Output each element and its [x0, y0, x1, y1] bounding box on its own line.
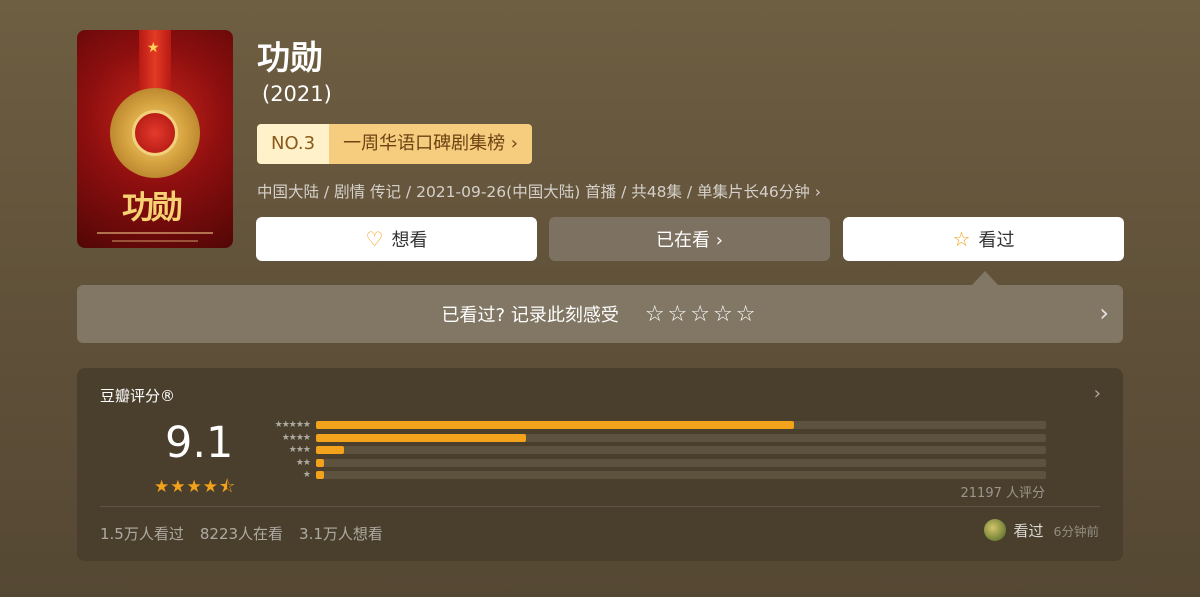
distribution-bar-5 — [316, 421, 795, 429]
rank-list-link[interactable]: 一周华语口碑剧集榜 › — [329, 124, 532, 164]
audience-stats: 1.5万人看过 8223人在看 3.1万人想看 — [100, 523, 383, 544]
score-value: 9.1 — [165, 418, 234, 468]
distribution-bar-2 — [316, 458, 325, 467]
distribution-row-4: ★★★★ — [255, 432, 1047, 445]
distribution-bar-3 — [316, 446, 345, 454]
watching-button[interactable]: 已在看 › — [549, 217, 830, 261]
rating-stars-input[interactable]: ☆☆☆☆☆ — [645, 302, 759, 327]
poster-title: 功勋 — [122, 188, 183, 226]
douban-score-card[interactable]: 豆瓣评分® › 9.1 ★★★★⯪ ★★★★★ ★★★★ ★★★ ★★ ★ 21… — [77, 368, 1123, 561]
rank-badge[interactable]: NO.3 一周华语口碑剧集榜 › — [257, 124, 532, 164]
distribution-label-3: ★★★ — [288, 445, 311, 455]
watched-button[interactable]: ☆ 看过 — [843, 217, 1124, 261]
movie-meta[interactable]: 中国大陆 / 剧情 传记 / 2021-09-26(中国大陆) 首播 / 共48… — [257, 180, 821, 202]
page-title: 功勋 — [257, 38, 323, 77]
poster-image[interactable]: ★ 功勋 — [77, 30, 233, 248]
distribution-row-2: ★★ — [255, 457, 1047, 470]
distribution-track — [316, 433, 1046, 442]
heart-plus-icon: ♡ — [365, 227, 384, 251]
stat-watched: 1.5万人看过 — [100, 525, 184, 543]
chevron-right-icon[interactable]: › — [1099, 299, 1109, 327]
poster-fine-print — [97, 232, 213, 234]
friend-activity[interactable]: 看过 6分钟前 — [983, 519, 1099, 541]
distribution-track — [316, 458, 1046, 467]
want-to-watch-button[interactable]: ♡ 想看 — [256, 217, 537, 261]
stat-watching: 8223人在看 — [199, 525, 284, 543]
distribution-track — [316, 471, 1046, 479]
poster-emblem — [132, 110, 178, 156]
score-label: 豆瓣评分® — [100, 387, 176, 405]
distribution-label-5: ★★★★★ — [274, 420, 311, 430]
score-stars: ★★★★⯪ — [154, 477, 237, 497]
poster-medal — [110, 88, 200, 178]
rating-prompt-text: 已看过? 记录此刻感受 — [441, 305, 619, 326]
distribution-row-3: ★★★ — [255, 444, 1047, 457]
distribution-label-4: ★★★★ — [281, 432, 311, 443]
watching-label: 已在看 › — [656, 230, 723, 251]
distribution-row-5: ★★★★★ — [255, 419, 1047, 432]
distribution-bar-1 — [316, 471, 325, 479]
distribution-bar-4 — [316, 433, 526, 442]
stat-want: 3.1万人想看 — [299, 525, 383, 543]
poster-star-icon: ★ — [147, 40, 160, 56]
distribution-row-1: ★ — [255, 469, 1047, 482]
divider — [100, 506, 1100, 507]
rank-number: NO.3 — [257, 124, 330, 164]
avatar[interactable] — [983, 519, 1006, 541]
distribution-track — [316, 421, 1046, 429]
friend-status: 看过 — [1013, 521, 1044, 540]
chevron-right-icon[interactable]: › — [1094, 383, 1101, 404]
watched-label: 看过 — [978, 230, 1015, 251]
rating-count: 21197 人评分 — [960, 486, 1046, 501]
want-label: 想看 — [391, 230, 428, 251]
release-year: (2021) — [262, 82, 332, 106]
distribution-label-1: ★ — [302, 470, 311, 480]
star-icon: ☆ — [952, 227, 971, 251]
rating-prompt[interactable]: 已看过? 记录此刻感受 ☆☆☆☆☆ › — [77, 285, 1123, 343]
popover-pointer — [972, 271, 998, 285]
rating-distribution: ★★★★★ ★★★★ ★★★ ★★ ★ — [255, 419, 1047, 482]
distribution-label-2: ★★ — [295, 457, 311, 468]
friend-time: 6分钟前 — [1053, 523, 1099, 539]
poster-fine-print — [112, 240, 198, 242]
distribution-track — [316, 446, 1046, 454]
